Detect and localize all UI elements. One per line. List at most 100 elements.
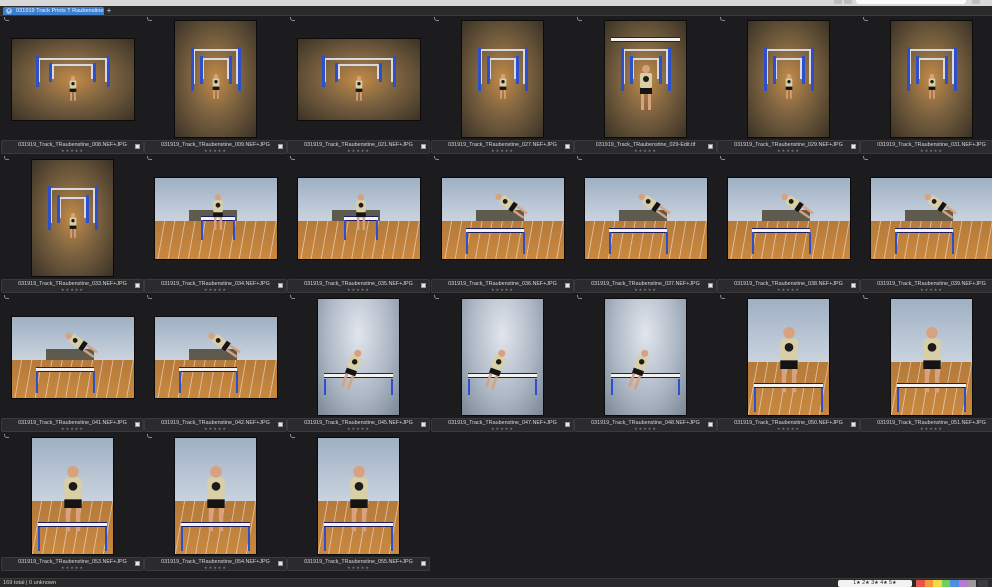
thumbnail-image[interactable] — [891, 21, 972, 137]
select-checkbox[interactable] — [278, 144, 283, 149]
star-rating[interactable]: ★★★★★ — [2, 565, 143, 570]
color-label-swatch[interactable] — [950, 580, 959, 587]
star-rating[interactable]: ★★★★★ — [432, 426, 573, 431]
thumbnail-cell[interactable]: 031919_Track_TRaubenstine_053.NEF+JPG ★★★… — [1, 434, 144, 573]
thumbnail-image[interactable] — [891, 299, 972, 415]
thumbnail-cell[interactable]: 031919_Track_TRaubenstine_033.NEF+JPG ★★★… — [1, 156, 144, 295]
color-label-swatch[interactable] — [933, 580, 942, 587]
select-checkbox[interactable] — [708, 144, 713, 149]
thumbnail-image[interactable] — [297, 177, 420, 259]
select-checkbox[interactable] — [851, 283, 856, 288]
thumbnail-cell[interactable]: 031919_Track_TRaubenstine_039.NEF+JPG ★★★… — [860, 156, 992, 295]
star-rating[interactable]: ★★★★★ — [861, 287, 992, 292]
close-icon[interactable]: × — [6, 8, 12, 14]
thumbnail-cell[interactable]: 031919_Track_TRaubenstine_027.NEF+JPG ★★★… — [431, 17, 574, 156]
toolbar-button[interactable] — [972, 0, 980, 4]
star-rating[interactable]: ★★★★★ — [145, 565, 286, 570]
star-rating[interactable]: ★★★★★ — [288, 148, 429, 153]
thumbnail-image[interactable] — [175, 438, 256, 554]
thumbnail-image[interactable] — [870, 177, 992, 259]
thumbnail-image[interactable] — [32, 160, 113, 276]
select-checkbox[interactable] — [135, 422, 140, 427]
thumbnail-image[interactable] — [318, 438, 399, 554]
thumbnail-image[interactable] — [727, 177, 850, 259]
thumbnail-cell[interactable]: 031919_Track_TRaubenstine_045.NEF+JPG ★★★… — [287, 295, 430, 434]
color-label-swatch[interactable] — [924, 580, 934, 587]
thumbnail-image[interactable] — [748, 299, 829, 415]
thumbnail-image[interactable] — [154, 177, 277, 259]
select-checkbox[interactable] — [278, 283, 283, 288]
star-rating[interactable]: ★★★★★ — [718, 148, 859, 153]
thumbnail-cell[interactable]: 031919_Track_TRaubenstine_041.NEF+JPG ★★★… — [1, 295, 144, 434]
thumbnail-image[interactable] — [297, 38, 420, 120]
thumbnail-image[interactable] — [11, 316, 134, 398]
thumbnail-image[interactable] — [11, 38, 134, 120]
thumbnail-cell[interactable]: 031919_Track_TRaubenstine_036.NEF+JPG ★★★… — [431, 156, 574, 295]
toolbar-button[interactable] — [834, 0, 842, 4]
star-rating[interactable]: ★★★★★ — [861, 426, 992, 431]
star-rating[interactable]: ★★★★★ — [288, 565, 429, 570]
star-rating[interactable]: ★★★★★ — [2, 148, 143, 153]
thumbnail-cell[interactable]: 031919_Track_TRaubenstine_037.NEF+JPG ★★★… — [574, 156, 717, 295]
thumbnail-image[interactable] — [605, 21, 686, 137]
thumbnail-cell[interactable]: 031919_Track_TRaubenstine_047.NEF+JPG ★★★… — [431, 295, 574, 434]
select-checkbox[interactable] — [565, 283, 570, 288]
select-checkbox[interactable] — [421, 422, 426, 427]
star-rating[interactable]: ★★★★★ — [145, 426, 286, 431]
select-checkbox[interactable] — [278, 422, 283, 427]
star-rating[interactable]: ★★★★★ — [861, 148, 992, 153]
thumbnail-image[interactable] — [175, 21, 256, 137]
thumbnail-cell[interactable]: 031919_Track_TRaubenstine_050.NEF+JPG ★★★… — [717, 295, 860, 434]
star-rating[interactable]: ★★★★★ — [145, 287, 286, 292]
star-rating[interactable]: ★★★★★ — [2, 426, 143, 431]
color-label-swatch[interactable] — [916, 580, 925, 587]
thumbnail-image[interactable] — [748, 21, 829, 137]
star-rating[interactable]: ★★★★★ — [718, 287, 859, 292]
star-rating[interactable]: ★★★★★ — [288, 287, 429, 292]
thumbnail-cell[interactable]: 031919_Track_TRaubenstine_034.NEF+JPG ★★★… — [144, 156, 287, 295]
select-checkbox[interactable] — [565, 144, 570, 149]
star-rating[interactable]: ★★★★★ — [575, 148, 716, 153]
tab-contact-sheet[interactable]: × 031919 Track Prints T Raubenstine — [3, 7, 104, 15]
thumbnail-cell[interactable]: 031919_Track_TRaubenstine_008.NEF+JPG ★★★… — [1, 17, 144, 156]
select-checkbox[interactable] — [421, 144, 426, 149]
search-field[interactable] — [856, 0, 966, 4]
color-label-swatch[interactable] — [958, 580, 968, 587]
thumbnail-image[interactable] — [584, 177, 707, 259]
thumbnail-cell[interactable]: 031919_Track_TRaubenstine_035.NEF+JPG ★★★… — [287, 156, 430, 295]
thumbnail-cell[interactable]: 031919_Track_TRaubenstine_021.NEF+JPG ★★★… — [287, 17, 430, 156]
select-checkbox[interactable] — [565, 422, 570, 427]
thumbnail-cell[interactable]: 031919_Track_TRaubenstine_042.NEF+JPG ★★★… — [144, 295, 287, 434]
star-rating[interactable]: ★★★★★ — [288, 426, 429, 431]
star-rating[interactable]: ★★★★★ — [575, 426, 716, 431]
thumbnail-image[interactable] — [462, 21, 543, 137]
rating-filter[interactable]: 1★ 2★ 3★ 4★ 5★ — [838, 580, 912, 587]
select-checkbox[interactable] — [421, 283, 426, 288]
thumbnail-cell[interactable]: 031919_Track_TRaubenstine_038.NEF+JPG ★★★… — [717, 156, 860, 295]
star-rating[interactable]: ★★★★★ — [432, 287, 573, 292]
star-rating[interactable]: ★★★★★ — [145, 148, 286, 153]
color-label-filter[interactable] — [916, 580, 977, 587]
star-rating[interactable]: ★★★★★ — [432, 148, 573, 153]
thumbnail-cell[interactable]: 031919_Track_TRaubenstine_031.NEF+JPG ★★★… — [860, 17, 992, 156]
select-checkbox[interactable] — [135, 144, 140, 149]
star-rating[interactable]: ★★★★★ — [718, 426, 859, 431]
thumbnail-cell[interactable]: 031919_Track_TRaubenstine_055.NEF+JPG ★★★… — [287, 434, 430, 573]
color-label-swatch[interactable] — [941, 580, 951, 587]
select-checkbox[interactable] — [135, 283, 140, 288]
select-checkbox[interactable] — [708, 283, 713, 288]
select-checkbox[interactable] — [135, 561, 140, 566]
select-checkbox[interactable] — [421, 561, 426, 566]
star-rating[interactable]: ★★★★★ — [2, 287, 143, 292]
select-checkbox[interactable] — [278, 561, 283, 566]
select-checkbox[interactable] — [851, 422, 856, 427]
thumbnail-image[interactable] — [462, 299, 543, 415]
thumbnail-cell[interactable]: 031919_Track_TRaubenstine_048.NEF+JPG ★★★… — [574, 295, 717, 434]
toolbar-button[interactable] — [844, 0, 852, 4]
thumbnail-image[interactable] — [441, 177, 564, 259]
add-tab-icon[interactable]: + — [105, 7, 113, 15]
select-checkbox[interactable] — [851, 144, 856, 149]
star-rating[interactable]: ★★★★★ — [575, 287, 716, 292]
thumbnail-cell[interactable]: 031919_Track_TRaubenstine_051.NEF+JPG ★★★… — [860, 295, 992, 434]
status-options-button[interactable] — [978, 580, 988, 587]
